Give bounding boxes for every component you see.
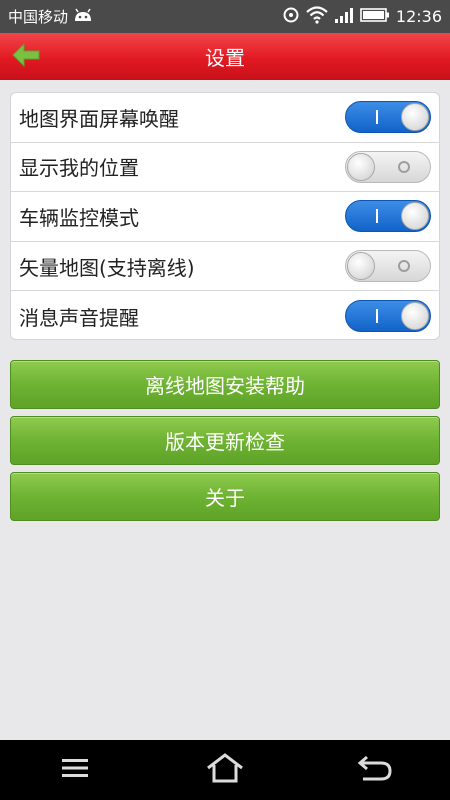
setting-row-vehicle-monitor: 车辆监控模式 — [11, 192, 439, 242]
setting-label: 消息声音提醒 — [19, 305, 139, 330]
arrow-left-icon — [11, 42, 41, 73]
setting-label: 车辆监控模式 — [19, 205, 139, 230]
toggle-on-mark — [376, 209, 378, 224]
carrier-group: 中国移动 — [8, 6, 94, 27]
toggle-on-mark — [376, 309, 378, 324]
show-location-toggle[interactable] — [345, 150, 431, 183]
signal-icon — [334, 7, 354, 27]
offline-map-help-button[interactable]: 离线地图安装帮助 — [10, 360, 440, 409]
menu-icon — [60, 756, 90, 784]
back-button[interactable] — [8, 39, 44, 75]
status-bar: 中国移动 12:36 — [0, 0, 450, 33]
setting-row-message-sound: 消息声音提醒 — [11, 291, 439, 339]
vector-map-toggle[interactable] — [345, 250, 431, 283]
title-bar: 设置 — [0, 33, 450, 80]
sync-icon — [282, 6, 300, 28]
setting-label: 矢量地图(支持离线) — [19, 255, 195, 280]
screen-wake-toggle[interactable] — [345, 101, 431, 134]
setting-label: 显示我的位置 — [19, 156, 139, 181]
about-button[interactable]: 关于 — [10, 472, 440, 521]
toggle-knob — [347, 152, 375, 181]
check-update-button[interactable]: 版本更新检查 — [10, 416, 440, 465]
menu-button[interactable] — [45, 745, 105, 795]
android-icon — [72, 7, 94, 27]
toggle-knob — [401, 202, 429, 231]
setting-row-vector-map: 矢量地图(支持离线) — [11, 242, 439, 292]
vehicle-monitor-toggle[interactable] — [345, 200, 431, 233]
toggle-knob — [347, 252, 375, 281]
status-icons: 12:36 — [282, 5, 442, 28]
page-title: 设置 — [205, 46, 245, 70]
wifi-icon — [306, 5, 328, 28]
battery-icon — [360, 7, 390, 27]
toggle-on-mark — [376, 110, 378, 125]
back-icon — [357, 753, 393, 787]
toggle-knob — [401, 302, 429, 331]
toggle-knob — [401, 103, 429, 132]
toggle-off-mark — [398, 260, 410, 273]
setting-row-screen-wake: 地图界面屏幕唤醒 — [11, 93, 439, 143]
home-button[interactable] — [195, 745, 255, 795]
home-icon — [205, 752, 245, 788]
clock: 12:36 — [395, 7, 442, 26]
setting-row-show-location: 显示我的位置 — [11, 143, 439, 193]
message-sound-toggle[interactable] — [345, 300, 431, 333]
navigation-bar — [0, 740, 450, 800]
setting-label: 地图界面屏幕唤醒 — [19, 106, 179, 131]
carrier-name: 中国移动 — [8, 8, 69, 26]
back-nav-button[interactable] — [345, 745, 405, 795]
settings-list: 地图界面屏幕唤醒 显示我的位置 车辆监控模式 矢量地图(支持离线) 消息声音提醒 — [10, 92, 440, 340]
toggle-off-mark — [398, 160, 410, 173]
